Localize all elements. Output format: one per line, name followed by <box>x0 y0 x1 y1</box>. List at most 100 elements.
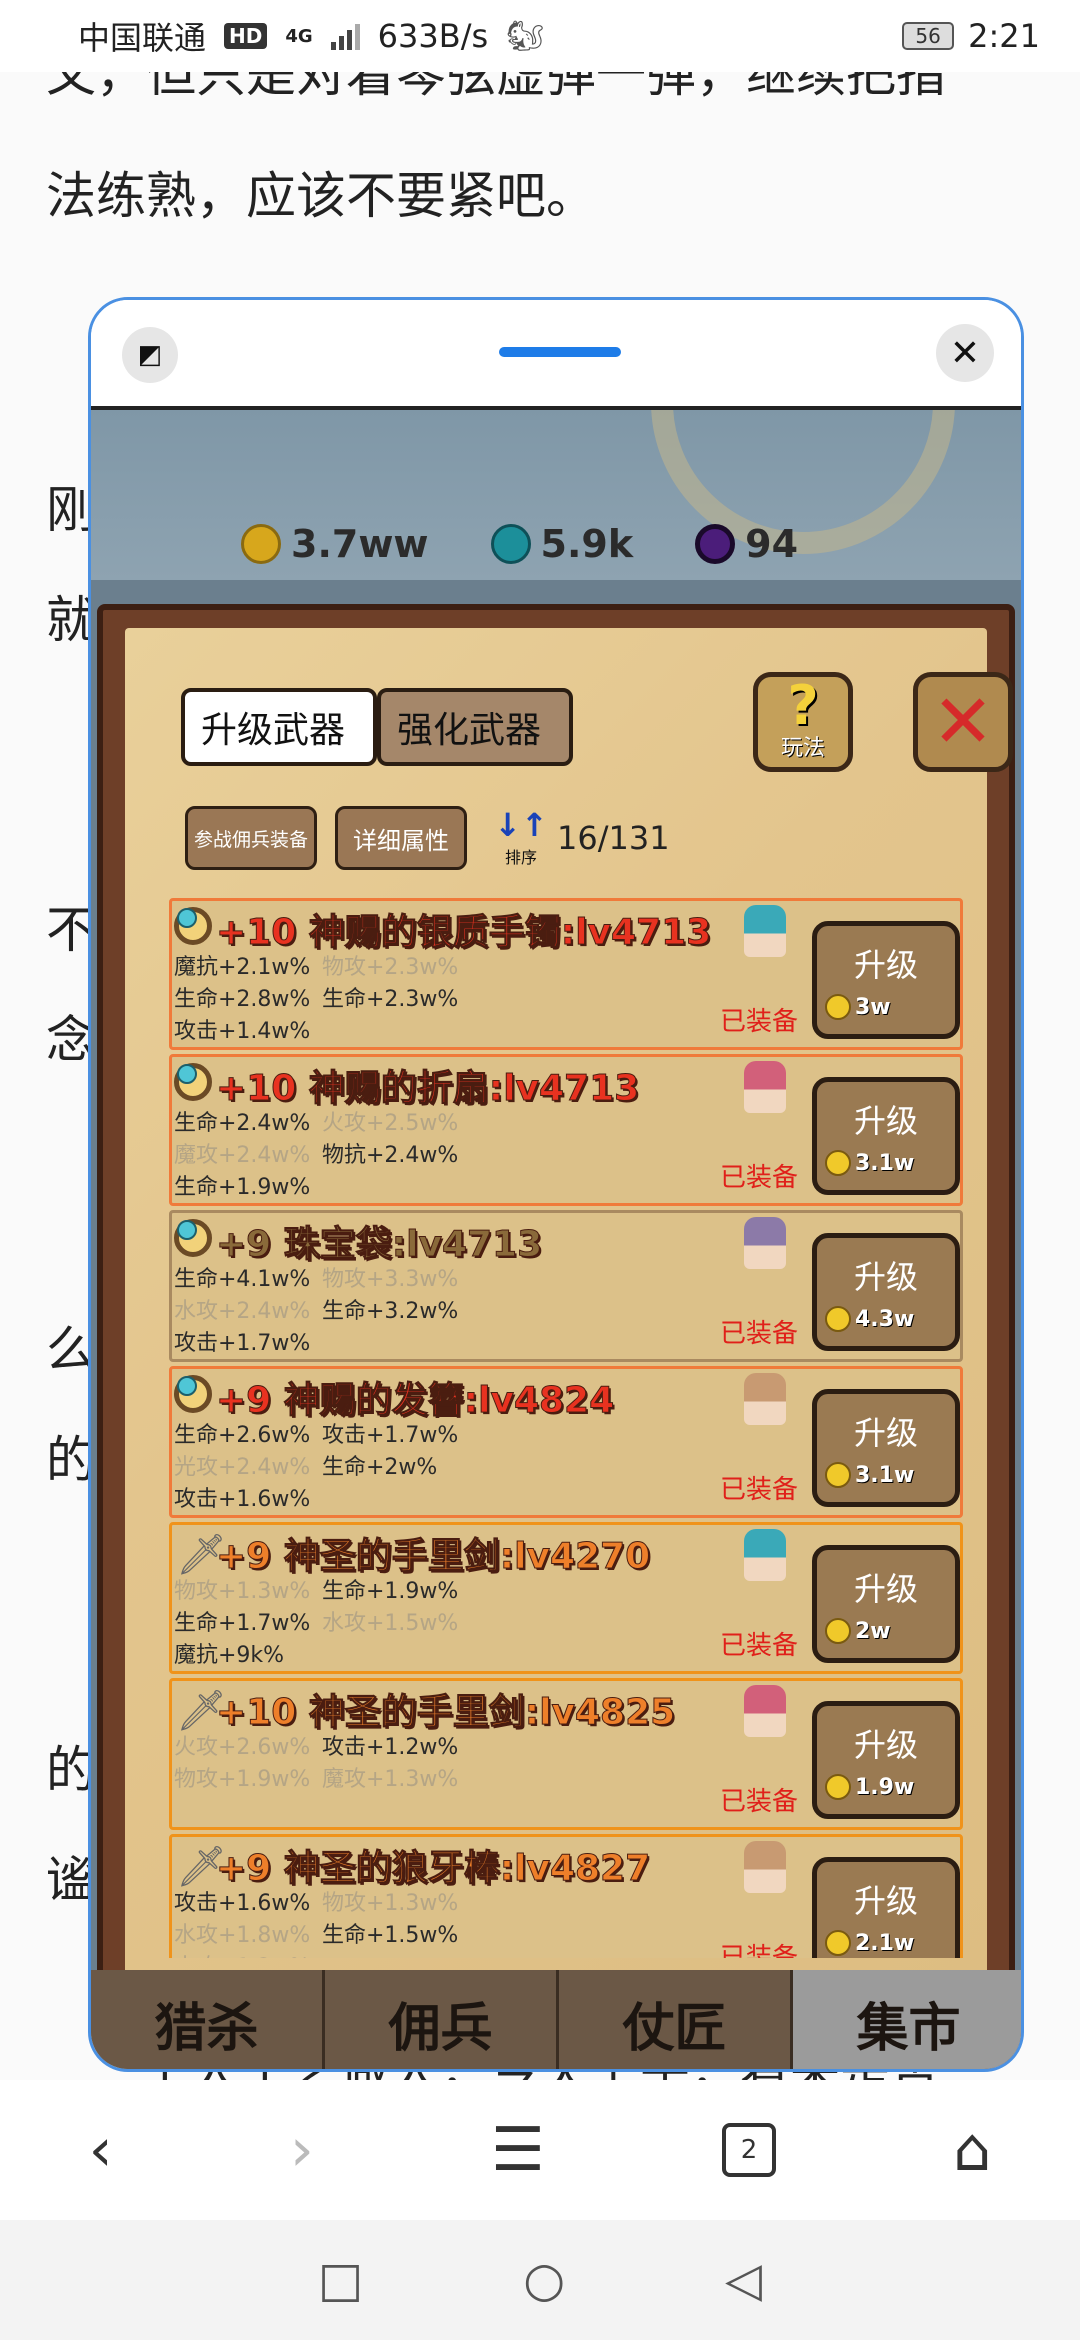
back-button-icon[interactable]: ◁ <box>725 2252 762 2308</box>
gold-coin-icon <box>825 1618 851 1644</box>
upgrade-cost: 3w <box>825 994 891 1020</box>
tab-market[interactable]: 集市 <box>793 1970 1021 2069</box>
equipment-row[interactable]: 🗡 +10 神圣的手里剑:lv4825 火攻+2.6w% 攻击+1.2w% 物攻+1.9… <box>169 1678 963 1830</box>
upgrade-button[interactable]: 升级 2.1w <box>812 1857 960 1958</box>
home-button-icon[interactable]: ○ <box>523 2252 565 2308</box>
purple-orb-icon <box>695 524 736 564</box>
squirrel-icon: 🐿 <box>506 18 545 54</box>
equipment-row[interactable]: +10 神赐的折扇:lv4713 生命+2.4w% 火攻+2.5w% 魔攻+2.4w%… <box>169 1054 963 1206</box>
equipment-stat: 生命+1.5w% <box>322 1923 459 1948</box>
gold-coin-icon <box>825 1306 851 1332</box>
battery-icon: 56 <box>902 22 955 50</box>
equipment-stat: 攻击+1.4w% <box>174 1019 311 1044</box>
equipment-row[interactable]: +9 珠宝袋:lv4713 生命+4.1w% 物攻+3.3w% 水攻+2.4w% 生命+… <box>169 1210 963 1362</box>
home-icon[interactable]: ⌂ <box>953 2115 991 2185</box>
equipment-list[interactable]: +10 神赐的银质手镯:lv4713 魔抗+2.1w% 物攻+2.3w% 生命+2.8… <box>169 898 963 1958</box>
gold-coin-icon <box>825 1774 851 1800</box>
game-canvas: 3.7ww 5.9k 94 升级武器 强化武器 ? 玩法 ✕ 参战佣兵装备 详细… <box>91 406 1021 2069</box>
equipment-stat: 生命+3.2w% <box>322 1299 459 1324</box>
upgrade-button[interactable]: 升级 1.9w <box>812 1701 960 1819</box>
expand-icon[interactable]: ◩ <box>122 327 178 383</box>
upgrade-cost-value: 4.3w <box>855 1306 915 1332</box>
equipment-title: +9 珠宝袋:lv4713 <box>215 1224 543 1266</box>
back-icon[interactable]: ‹ <box>89 2115 113 2185</box>
equipment-stat: 攻击+1.6w% <box>174 1487 311 1512</box>
upgrade-button[interactable]: 升级 3.1w <box>812 1077 960 1195</box>
upgrade-button[interactable]: 升级 4.3w <box>812 1233 960 1351</box>
gold-coin-icon <box>825 1462 851 1488</box>
gold-coin-icon <box>825 1150 851 1176</box>
equipment-title: +10 神赐的银质手镯:lv4713 <box>215 912 712 954</box>
bottom-tabs: 猎杀 佣兵 仗匠 集市 <box>91 1970 1021 2069</box>
upgrade-button[interactable]: 升级 3w <box>812 921 960 1039</box>
upgrade-cost: 4.3w <box>825 1306 914 1332</box>
popup-header: ◩ ✕ <box>91 300 1021 406</box>
menu-icon[interactable]: ☰ <box>491 2115 545 2185</box>
equipment-row[interactable]: 🗡 +9 神圣的手里剑:lv4270 物攻+1.3w% 生命+1.9w% 生命+1.7w… <box>169 1522 963 1674</box>
drag-handle[interactable] <box>499 347 621 357</box>
sort-control[interactable]: ↓↑ 排序 16/131 <box>494 806 670 870</box>
item-count: 16/131 <box>557 819 670 857</box>
equipped-status: 已装备 <box>720 1163 799 1193</box>
equipment-stat: 生命+2.3w% <box>322 987 459 1012</box>
merc-equip-button[interactable]: 参战佣兵装备 <box>185 806 317 870</box>
upgrade-cost: 2w <box>825 1618 891 1644</box>
parchment: 升级武器 强化武器 ? 玩法 ✕ 参战佣兵装备 详细属性 ↓↑ 排序 16/13… <box>125 628 1013 1974</box>
detail-attr-button[interactable]: 详细属性 <box>335 806 467 870</box>
equipment-row[interactable]: +9 神赐的发簪:lv4824 生命+2.6w% 攻击+1.7w% 光攻+2.4w% 生… <box>169 1366 963 1518</box>
forward-icon[interactable]: › <box>290 2115 314 2185</box>
tabs-icon[interactable]: 2 <box>722 2123 777 2177</box>
gold-coin-icon <box>825 1930 851 1956</box>
network-label: 4G <box>285 25 313 47</box>
upgrade-button[interactable]: 升级 3.1w <box>812 1389 960 1507</box>
equipment-stat: 物攻+1.9w% <box>174 1767 311 1792</box>
equipment-stat: 魔攻+1.3w% <box>322 1767 459 1792</box>
close-panel-button[interactable]: ✕ <box>913 672 1013 772</box>
gem-icon <box>490 524 531 564</box>
gold-resource: 3.7ww <box>241 522 429 566</box>
upgrade-cost: 1.9w <box>825 1774 914 1800</box>
help-button[interactable]: ? 玩法 <box>753 672 853 772</box>
game-popup: ◩ ✕ 3.7ww 5.9k 94 升级武器 强化武器 ? 玩法 ✕ 参战佣兵装… <box>88 297 1024 2072</box>
upgrade-button-label: 升级 <box>853 1882 918 1920</box>
upgrade-button-label: 升级 <box>853 1102 918 1140</box>
tab-hunt[interactable]: 猎杀 <box>91 1970 325 2069</box>
question-icon: ? <box>787 674 819 737</box>
upgrade-button-label: 升级 <box>853 1726 918 1764</box>
gem-resource: 5.9k <box>490 522 633 566</box>
equipment-title: +9 神圣的手里剑:lv4270 <box>215 1536 651 1578</box>
mercenary-avatar <box>744 1685 786 1737</box>
upgrade-button-label: 升级 <box>853 1258 918 1296</box>
equipped-status: 已装备 <box>720 1631 799 1661</box>
equipment-row[interactable]: +10 神赐的银质手镯:lv4713 魔抗+2.1w% 物攻+2.3w% 生命+2.8… <box>169 898 963 1050</box>
equipment-stat: 魔抗+2.1w% <box>174 955 311 980</box>
upgrade-button[interactable]: 升级 2w <box>812 1545 960 1663</box>
upgrade-cost-value: 2w <box>855 1618 891 1644</box>
recent-apps-icon[interactable]: □ <box>318 2252 363 2308</box>
tab-enhance-weapon[interactable]: 强化武器 <box>377 688 573 766</box>
mercenary-avatar <box>744 1841 786 1893</box>
equipped-status: 已装备 <box>720 1007 799 1037</box>
status-bar: 中国联通 HD 4G 633B/s 🐿 56 2:21 <box>0 0 1080 72</box>
article-line: 又，但只是对着琴弦虚弹一弹，继续把指 <box>46 72 946 103</box>
tab-craftsman[interactable]: 仗匠 <box>559 1970 793 2069</box>
upgrade-cost-value: 3.1w <box>855 1150 915 1176</box>
equipment-panel: 升级武器 强化武器 ? 玩法 ✕ 参战佣兵装备 详细属性 ↓↑ 排序 16/13… <box>97 604 1015 1994</box>
signal-icon <box>330 22 360 50</box>
tab-upgrade-weapon[interactable]: 升级武器 <box>181 688 377 766</box>
equipped-status: 已装备 <box>720 1787 799 1817</box>
equipment-stat: 生命+2.6w% <box>174 1423 311 1448</box>
equipment-stat: 生命+1.7w% <box>174 1611 311 1636</box>
bracelet-icon <box>174 1219 212 1257</box>
bracelet-icon <box>174 907 212 945</box>
sort-icon[interactable]: ↓↑ 排序 <box>494 806 548 870</box>
close-icon[interactable]: ✕ <box>936 324 994 382</box>
equipment-stat: 火攻+2.5w% <box>322 1111 459 1136</box>
tab-mercenary[interactable]: 佣兵 <box>325 1970 559 2069</box>
equipment-stat: 物抗+2.4w% <box>322 1143 459 1168</box>
equipment-row[interactable]: 🗡 +9 神圣的狼牙棒:lv4827 攻击+1.6w% 物攻+1.3w% 水攻+1.8w… <box>169 1834 963 1958</box>
orb-resource: 94 <box>695 522 798 566</box>
clock: 2:21 <box>968 17 1040 55</box>
equipment-title: +10 神赐的折扇:lv4713 <box>215 1068 640 1110</box>
equipment-stat: 生命+1.9w% <box>174 1175 311 1200</box>
